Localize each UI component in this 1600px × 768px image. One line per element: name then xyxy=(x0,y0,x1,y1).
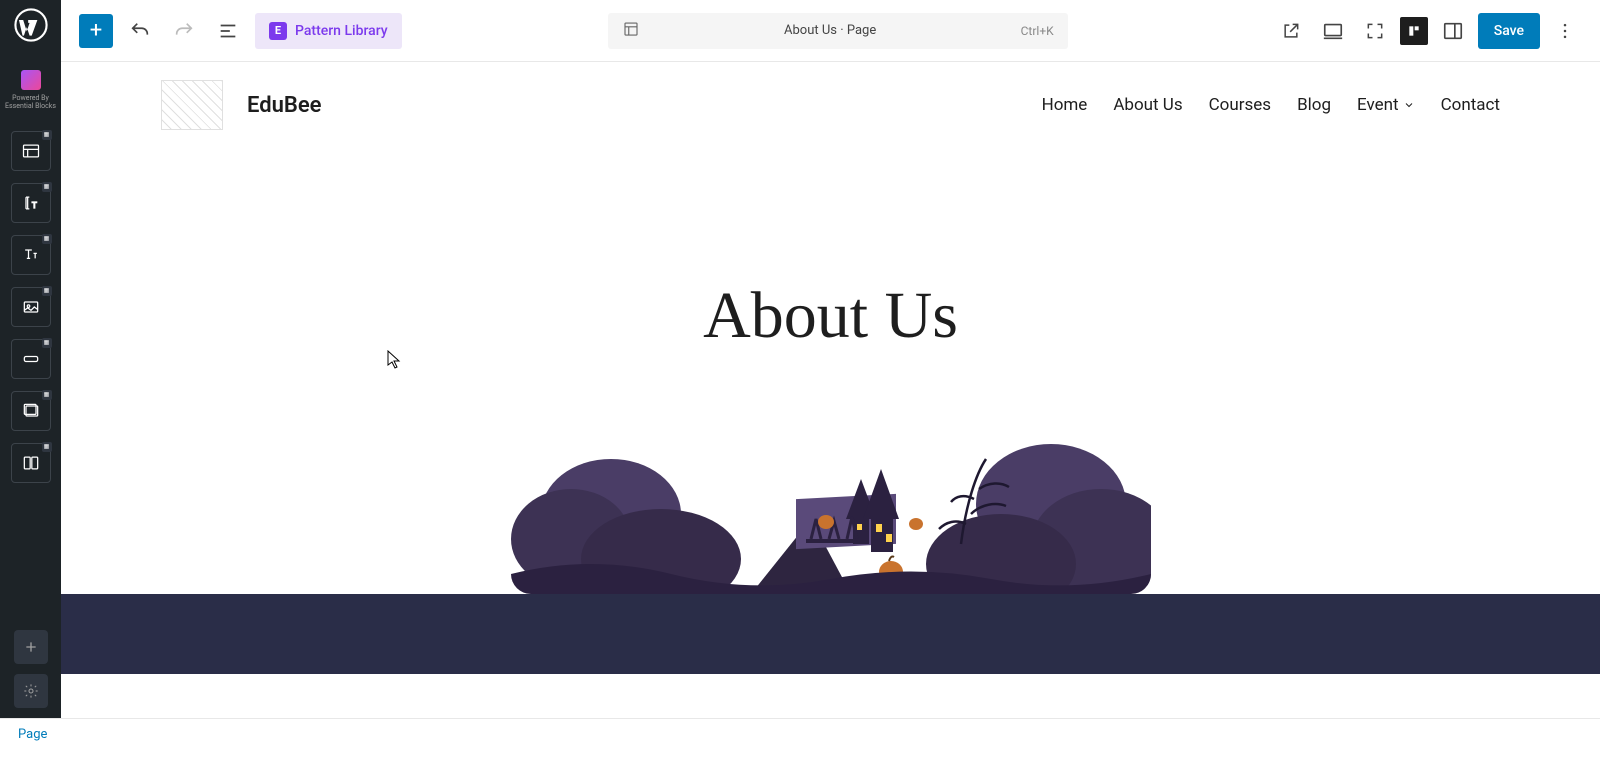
add-block-button[interactable]: + xyxy=(79,14,113,48)
essential-blocks-label: Essential Blocks xyxy=(5,102,56,110)
primary-navigation: Home About Us Courses Blog Event Contact xyxy=(1042,95,1500,115)
hero-section: About Us xyxy=(61,148,1600,354)
nav-item-about[interactable]: About Us xyxy=(1113,95,1182,115)
more-options-button[interactable] xyxy=(1548,14,1582,48)
pattern-library-icon: E xyxy=(269,22,287,40)
undo-button[interactable] xyxy=(123,14,157,48)
nav-item-event[interactable]: Event xyxy=(1357,95,1415,115)
chevron-down-icon xyxy=(1403,99,1415,111)
essential-blocks-icon xyxy=(21,70,41,90)
site-header: EduBee Home About Us Courses Blog Event … xyxy=(61,62,1600,148)
plugin-panel-button[interactable] xyxy=(1400,17,1428,45)
sidebar-block-columns[interactable]: ▦ xyxy=(11,443,51,483)
essential-blocks-brand: Powered By Essential Blocks xyxy=(5,70,56,111)
editor-breadcrumb-bar: Page xyxy=(0,718,1600,750)
site-logo-placeholder[interactable] xyxy=(161,80,223,130)
breadcrumb-page[interactable]: Page xyxy=(18,727,47,742)
wordpress-sidebar: Powered By Essential Blocks ▦ ▦T ▦ ▦ ▦ ▦… xyxy=(0,0,61,718)
sidebar-block-gallery[interactable]: ▦ xyxy=(11,391,51,431)
settings-panel-button[interactable] xyxy=(1436,14,1470,48)
redo-button[interactable] xyxy=(167,14,201,48)
document-title: About Us · Page xyxy=(640,23,1021,38)
fullscreen-button[interactable] xyxy=(1358,14,1392,48)
save-button[interactable]: Save xyxy=(1478,13,1540,49)
desktop-view-button[interactable] xyxy=(1316,14,1350,48)
sidebar-block-button[interactable]: ▦ xyxy=(11,339,51,379)
sidebar-add-block[interactable] xyxy=(14,630,48,664)
svg-text:T: T xyxy=(31,201,36,211)
nav-item-courses[interactable]: Courses xyxy=(1209,95,1271,115)
wordpress-logo-icon[interactable] xyxy=(14,8,48,42)
site-title[interactable]: EduBee xyxy=(247,93,322,118)
sidebar-block-text[interactable]: ▦ xyxy=(11,235,51,275)
nav-item-home[interactable]: Home xyxy=(1042,95,1088,115)
sidebar-settings[interactable] xyxy=(14,674,48,708)
nav-item-contact[interactable]: Contact xyxy=(1441,95,1500,115)
editor-toolbar: + E Pattern Library About Us · Page Ctrl… xyxy=(61,0,1600,62)
editor-canvas[interactable]: EduBee Home About Us Courses Blog Event … xyxy=(61,62,1600,718)
command-shortcut: Ctrl+K xyxy=(1021,24,1054,38)
template-icon xyxy=(622,20,640,42)
hero-illustration[interactable] xyxy=(511,424,1151,594)
view-page-button[interactable] xyxy=(1274,14,1308,48)
powered-by-label: Powered By xyxy=(5,94,56,102)
sidebar-block-templates[interactable]: ▦ xyxy=(11,131,51,171)
document-title-bar[interactable]: About Us · Page Ctrl+K xyxy=(608,13,1068,49)
dark-section[interactable] xyxy=(61,594,1600,674)
sidebar-block-heading[interactable]: ▦T xyxy=(11,183,51,223)
sidebar-block-media[interactable]: ▦ xyxy=(11,287,51,327)
page-heading[interactable]: About Us xyxy=(61,278,1600,354)
pattern-library-label: Pattern Library xyxy=(295,23,388,39)
nav-item-blog[interactable]: Blog xyxy=(1297,95,1331,115)
pattern-library-button[interactable]: E Pattern Library xyxy=(255,13,402,49)
document-overview-button[interactable] xyxy=(211,14,245,48)
